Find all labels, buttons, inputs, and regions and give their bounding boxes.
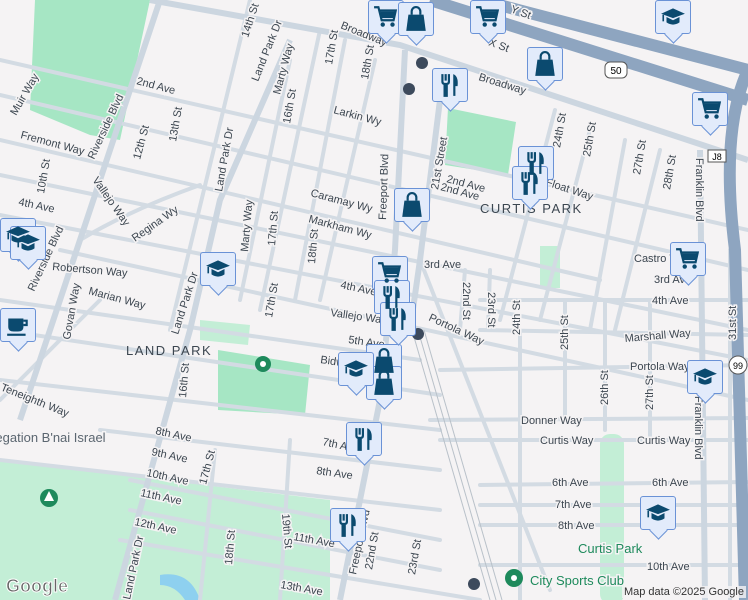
street-label: 4th Ave bbox=[17, 196, 55, 215]
street-label: 17th St bbox=[266, 210, 281, 246]
bag-marker[interactable] bbox=[527, 47, 563, 81]
restaurant-icon bbox=[517, 170, 543, 196]
street-label: J8 bbox=[712, 152, 722, 162]
map-attribution[interactable]: Map data ©2025 Google bbox=[621, 586, 746, 598]
school-marker[interactable] bbox=[640, 496, 676, 530]
street-label: 23rd St bbox=[485, 292, 497, 327]
street-label: 28th St bbox=[661, 154, 679, 190]
street-label: 25th St bbox=[581, 121, 599, 157]
street-label: 10th St bbox=[35, 158, 53, 194]
street-label: 18th St bbox=[306, 228, 321, 264]
park-pin-icon[interactable] bbox=[255, 356, 271, 372]
street-label: 25th St bbox=[559, 315, 571, 350]
street-label: Franklin Blvd bbox=[692, 396, 704, 460]
cart-icon bbox=[675, 246, 701, 272]
bag-icon bbox=[399, 192, 425, 218]
street-label: 8th Ave bbox=[558, 520, 595, 532]
bag-icon bbox=[403, 6, 429, 32]
school-marker[interactable] bbox=[687, 360, 723, 394]
shield-j8: J8 bbox=[707, 149, 727, 163]
school-marker[interactable] bbox=[338, 352, 374, 386]
restaurant-marker[interactable] bbox=[432, 68, 468, 102]
sports-club-pin-icon[interactable] bbox=[505, 569, 523, 587]
restaurant-icon bbox=[437, 72, 463, 98]
cart-marker[interactable] bbox=[368, 0, 404, 34]
restaurant-icon bbox=[385, 306, 411, 332]
shield-us50: 50 bbox=[604, 61, 628, 79]
street-label: 16th St bbox=[177, 362, 192, 398]
school-icon bbox=[645, 500, 671, 526]
shield-99: 99 bbox=[728, 355, 748, 375]
cart-marker[interactable] bbox=[670, 242, 706, 276]
street-label: 50 bbox=[610, 66, 622, 77]
cart-marker[interactable] bbox=[692, 92, 728, 126]
street-label: 6th Ave bbox=[652, 477, 689, 489]
cafe-icon bbox=[5, 312, 31, 338]
street-label: 99 bbox=[733, 361, 743, 371]
street-label: Y St bbox=[509, 4, 532, 22]
street-label: 24th St bbox=[511, 300, 523, 335]
street-label: Freeport Blvd bbox=[377, 154, 391, 220]
bag-icon bbox=[532, 51, 558, 77]
street-label: Float Way bbox=[544, 176, 595, 203]
street-label: Curtis Way bbox=[637, 435, 691, 447]
transit-icon[interactable] bbox=[468, 578, 480, 590]
restaurant-marker[interactable] bbox=[346, 422, 382, 456]
school-marker[interactable] bbox=[655, 0, 691, 34]
bag-marker[interactable] bbox=[398, 2, 434, 36]
cart-icon bbox=[697, 96, 723, 122]
place-city-sports-club[interactable]: City Sports Club bbox=[529, 572, 626, 590]
restaurant-marker[interactable] bbox=[330, 508, 366, 542]
school-icon bbox=[15, 230, 41, 256]
bag-icon bbox=[371, 370, 397, 396]
cafe-marker[interactable] bbox=[0, 308, 36, 342]
google-logo: Google bbox=[6, 576, 69, 597]
cart-icon bbox=[373, 4, 399, 30]
school-icon bbox=[692, 364, 718, 390]
street-label: Marian Way bbox=[87, 285, 147, 312]
tree-pin-icon[interactable] bbox=[40, 489, 58, 507]
bag-marker[interactable] bbox=[394, 188, 430, 222]
street-label: 23rd St bbox=[406, 539, 424, 576]
street-label: Broadway bbox=[477, 71, 528, 97]
cart-icon bbox=[475, 4, 501, 30]
street-label: 22nd St bbox=[460, 282, 472, 320]
restaurant-marker[interactable] bbox=[512, 166, 548, 200]
street-label: 12th St bbox=[131, 124, 152, 161]
transit-icon[interactable] bbox=[416, 57, 428, 69]
street-label: 31st St bbox=[727, 306, 739, 340]
place-curtis-park[interactable]: Curtis Park bbox=[577, 540, 645, 558]
school-icon bbox=[660, 4, 686, 30]
street-label: 27th St bbox=[644, 375, 656, 410]
place-congregation[interactable]: Congregation B'nai Israel bbox=[0, 429, 107, 447]
street-label: 10th Ave bbox=[647, 561, 690, 573]
restaurant-icon bbox=[351, 426, 377, 452]
street-label: 26th St bbox=[599, 370, 611, 405]
school-icon bbox=[205, 256, 231, 282]
cart-marker[interactable] bbox=[470, 0, 506, 34]
street-label: 8th Ave bbox=[316, 465, 354, 482]
street-label: Curtis Way bbox=[540, 435, 594, 447]
school-marker[interactable] bbox=[10, 226, 46, 260]
street-label: Portola Way bbox=[630, 361, 690, 373]
street-label: 6th Ave bbox=[552, 477, 589, 489]
school-icon bbox=[343, 356, 369, 382]
street-label: Donner Way bbox=[521, 415, 582, 427]
cart-icon bbox=[377, 260, 403, 286]
school-marker[interactable] bbox=[200, 252, 236, 286]
street-label: 7th Ave bbox=[555, 499, 592, 511]
street-label: 27th St bbox=[631, 139, 649, 175]
restaurant-icon bbox=[335, 512, 361, 538]
neighborhood-land-park: LAND PARK bbox=[126, 343, 212, 358]
restaurant-marker[interactable] bbox=[380, 302, 416, 336]
street-label: 3rd Ave bbox=[424, 259, 461, 271]
street-label: 4th Ave bbox=[652, 295, 689, 307]
bag-marker[interactable] bbox=[366, 366, 402, 400]
street-label: Franklin Blvd bbox=[693, 158, 705, 222]
transit-icon[interactable] bbox=[403, 83, 415, 95]
street-label: Larkin Wy bbox=[332, 104, 383, 128]
